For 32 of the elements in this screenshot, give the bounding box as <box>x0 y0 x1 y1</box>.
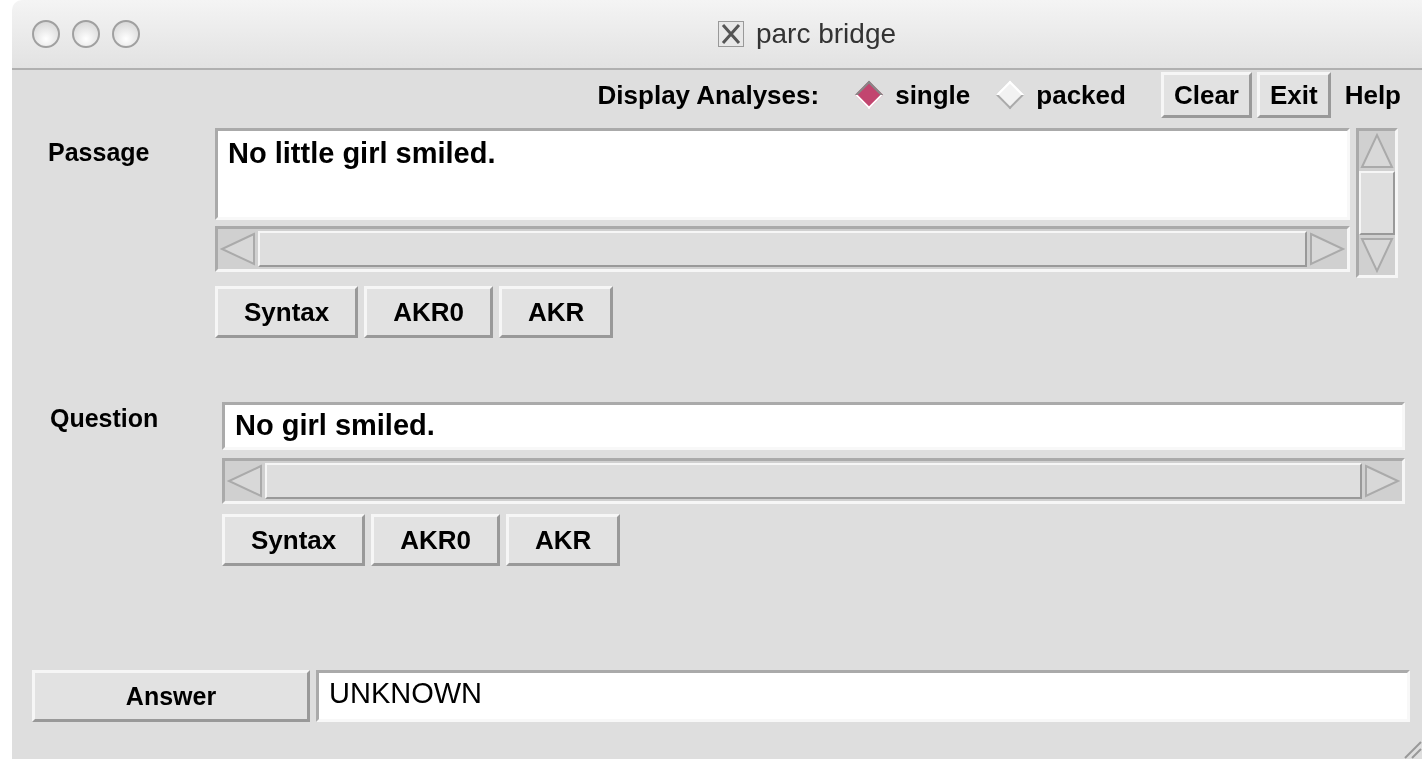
analysis-button[interactable]: Syntax <box>215 286 359 338</box>
radio-label[interactable]: single <box>895 79 971 111</box>
analysis-button[interactable]: AKR0 <box>371 514 501 566</box>
scroll-up-arrow-icon[interactable] <box>1359 131 1395 171</box>
display-analyses-label: Display Analyses: <box>597 79 820 111</box>
answer-button[interactable]: Answer <box>32 670 310 722</box>
scroll-left-arrow-icon[interactable] <box>218 231 258 267</box>
analysis-button[interactable]: AKR0 <box>364 286 494 338</box>
horizontal-scrollbar[interactable] <box>222 458 1405 504</box>
horizontal-scrollbar[interactable] <box>215 226 1350 272</box>
scroll-right-arrow-icon[interactable] <box>1307 231 1347 267</box>
scroll-right-arrow-icon[interactable] <box>1362 463 1402 499</box>
zoom-icon[interactable] <box>112 20 140 48</box>
radio-label[interactable]: packed <box>1036 79 1126 111</box>
x-window-icon <box>717 21 744 47</box>
question-field[interactable]: No girl smiled. <box>222 402 1405 450</box>
close-icon[interactable] <box>32 20 60 48</box>
analysis-button[interactable]: AKR <box>506 514 621 566</box>
analysis-button[interactable]: Syntax <box>222 514 366 566</box>
toolbar-button[interactable]: Exit <box>1256 72 1331 118</box>
toolbar-button[interactable]: Clear <box>1160 72 1252 118</box>
question-label: Question <box>50 403 160 434</box>
toolbar-button[interactable]: Help <box>1335 72 1410 118</box>
answer-field[interactable]: UNKNOWN <box>316 670 1410 722</box>
analysis-button[interactable]: AKR <box>499 286 614 338</box>
window-title: parc bridge <box>755 18 897 50</box>
scroll-down-arrow-icon[interactable] <box>1359 235 1395 275</box>
passage-text-area[interactable]: No little girl smiled. <box>215 128 1350 220</box>
vertical-scrollbar[interactable] <box>1356 128 1398 278</box>
scroll-left-arrow-icon[interactable] <box>225 463 265 499</box>
passage-label: Passage <box>48 137 151 168</box>
minimize-icon[interactable] <box>72 20 100 48</box>
